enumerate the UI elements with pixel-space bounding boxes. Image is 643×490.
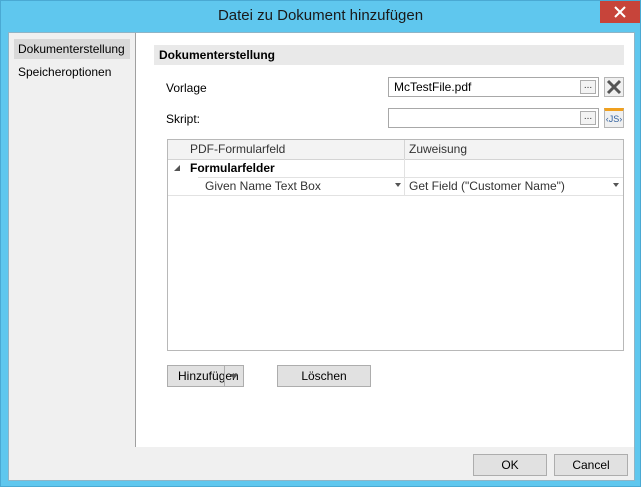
close-icon — [614, 6, 626, 18]
delete-x-icon — [606, 79, 622, 95]
delete-button[interactable]: Löschen — [277, 365, 371, 387]
group-label: Formularfelder — [190, 161, 275, 175]
ok-button[interactable]: OK — [473, 454, 547, 476]
dialog-footer: OK Cancel — [9, 447, 634, 480]
grid-header: PDF-Formularfeld Zuweisung — [168, 140, 623, 160]
vorlage-field[interactable]: McTestFile.pdf ... — [388, 77, 599, 97]
vorlage-value: McTestFile.pdf — [394, 80, 472, 94]
window-title: Datei zu Dokument hinzufügen — [217, 7, 424, 24]
row-indent — [168, 177, 198, 195]
group-row-formularfelder[interactable]: Formularfelder — [168, 159, 623, 178]
js-icon: ‹JS› — [605, 114, 623, 124]
clear-template-button[interactable] — [604, 77, 624, 97]
table-row[interactable]: Given Name Text Box Get Field ("Customer… — [168, 177, 623, 196]
split-divider — [224, 366, 225, 386]
sidebar: Dokumenterstellung Speicheroptionen — [9, 33, 136, 447]
vorlage-label: Vorlage — [166, 81, 207, 95]
chevron-down-icon[interactable] — [613, 183, 619, 187]
dialog-client: Dokumenterstellung Speicheroptionen Doku… — [8, 32, 635, 481]
content-panel: Dokumenterstellung Vorlage McTestFile.pd… — [136, 33, 634, 447]
sidebar-item-speicheroptionen[interactable]: Speicheroptionen — [14, 62, 130, 82]
pdf-field-dropdown[interactable]: Given Name Text Box — [205, 177, 400, 195]
cell-divider — [404, 159, 405, 177]
chevron-down-icon[interactable] — [395, 183, 401, 187]
add-split-button[interactable]: Hinzufügen — [167, 365, 244, 387]
collapse-triangle-icon[interactable] — [174, 165, 181, 172]
field-mapping-grid: PDF-Formularfeld Zuweisung Formularfelde… — [167, 139, 624, 351]
pdf-field-value: Given Name Text Box — [205, 179, 321, 193]
chevron-down-icon[interactable] — [230, 374, 238, 379]
close-button[interactable] — [600, 1, 640, 23]
cell-divider — [404, 177, 405, 195]
title-bar[interactable]: Datei zu Dokument hinzufügen — [1, 1, 640, 33]
skript-label: Skript: — [166, 112, 201, 126]
sidebar-item-dokumenterstellung[interactable]: Dokumenterstellung — [14, 39, 130, 59]
section-title: Dokumenterstellung — [154, 45, 624, 65]
cancel-button[interactable]: Cancel — [554, 454, 628, 476]
column-header-zuweisung[interactable]: Zuweisung — [409, 140, 467, 159]
assignment-dropdown[interactable]: Get Field ("Customer Name") — [409, 177, 614, 195]
vorlage-browse-button[interactable]: ... — [580, 80, 596, 94]
skript-field[interactable]: ... — [388, 108, 599, 128]
dialog-window: Datei zu Dokument hinzufügen Dokumenters… — [0, 0, 641, 487]
skript-browse-button[interactable]: ... — [580, 111, 596, 125]
js-editor-button[interactable]: ‹JS› — [604, 108, 624, 128]
column-divider[interactable] — [404, 140, 405, 159]
assignment-value: Get Field ("Customer Name") — [409, 179, 565, 193]
column-header-pdf-formularfeld[interactable]: PDF-Formularfeld — [190, 140, 285, 159]
